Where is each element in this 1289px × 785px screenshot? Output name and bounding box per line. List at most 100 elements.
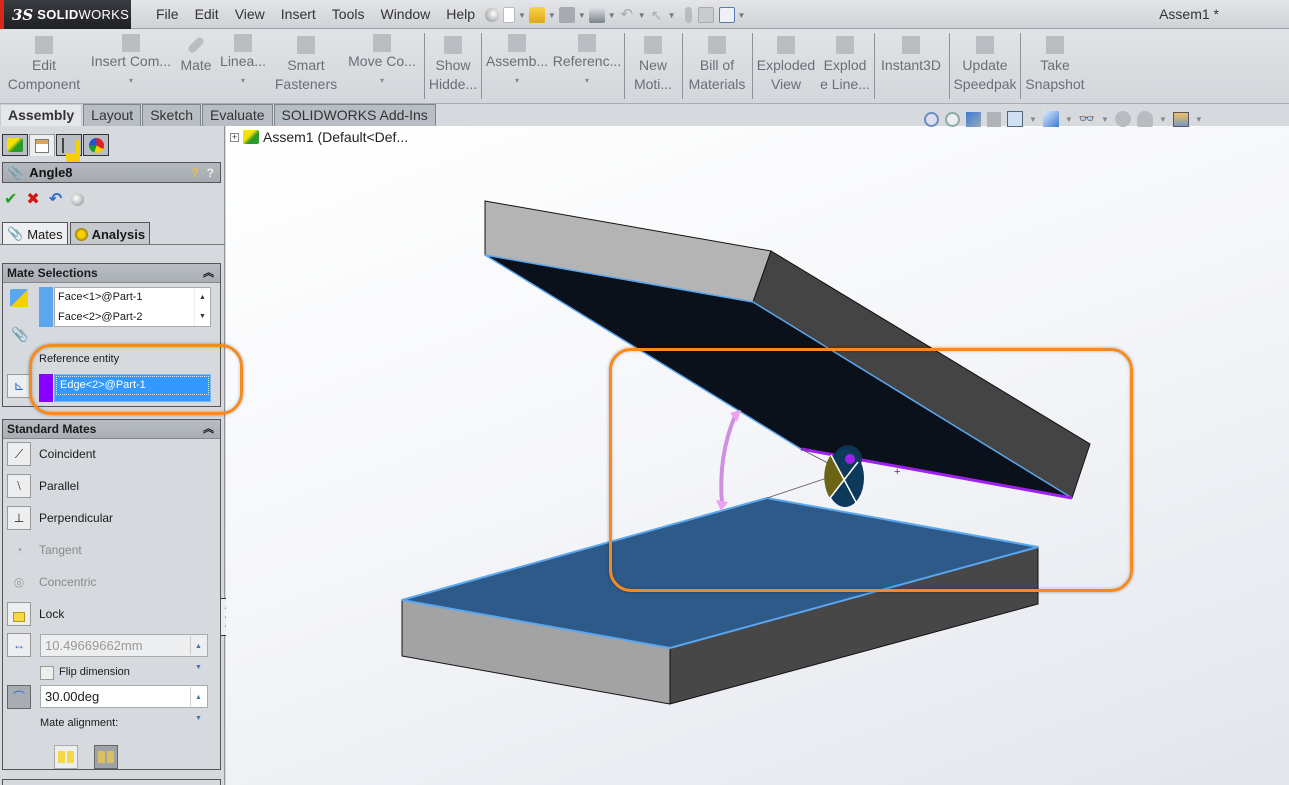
menu-edit[interactable]: Edit (187, 0, 227, 29)
display-style-icon[interactable] (1042, 111, 1059, 127)
smart-fasteners-button[interactable]: Smart Fasteners (272, 29, 340, 104)
chevron-down-icon[interactable]: ▼ (1195, 115, 1203, 124)
reference-geometry-button[interactable]: Referenc... ▾ (553, 29, 621, 104)
previous-view-icon[interactable] (966, 111, 981, 127)
file-properties-icon[interactable] (697, 7, 714, 23)
chevron-down-icon[interactable]: ▼ (608, 11, 616, 20)
menu-help[interactable]: Help (438, 0, 483, 29)
rebuild-icon[interactable] (684, 7, 692, 23)
angle-icon[interactable]: ⌒ (7, 685, 31, 709)
tab-mates[interactable]: 📎 Mates (2, 222, 68, 245)
chevron-down-icon[interactable]: ▼ (668, 11, 676, 20)
aligned-button[interactable] (54, 745, 78, 769)
menu-window[interactable]: Window (372, 0, 438, 29)
feature-manager-tab[interactable] (2, 134, 28, 156)
move-component-button[interactable]: Move Co... ▾ (344, 29, 420, 104)
menu-file[interactable]: File (148, 0, 187, 29)
cancel-x-icon[interactable]: ✖ (26, 189, 39, 209)
angle-spinner[interactable]: ▲ ▼ (190, 687, 206, 722)
angle-input[interactable]: 30.00deg ▲ ▼ (40, 685, 208, 722)
chevron-down-icon[interactable]: ▼ (1101, 115, 1109, 124)
update-speedpak-button[interactable]: Update Speedpak (952, 29, 1018, 104)
chevron-down-icon[interactable]: ▾ (515, 71, 519, 90)
tangent-mate[interactable]: ◔ Tangent (7, 537, 81, 563)
zoom-to-fit-icon[interactable] (924, 111, 939, 127)
open-folder-icon[interactable] (528, 7, 545, 23)
distance-spinner[interactable]: ▲ ▼ (190, 636, 206, 671)
property-manager-tab[interactable] (29, 134, 55, 156)
apply-scene-icon[interactable] (1136, 111, 1153, 127)
chevron-down-icon[interactable]: ▼ (548, 11, 556, 20)
save-icon[interactable] (558, 7, 575, 23)
chevron-down-icon[interactable]: ▾ (585, 71, 589, 90)
ok-checkmark-icon[interactable]: ✔ (4, 189, 17, 209)
assembly-features-button[interactable]: Assemb... ▾ (485, 29, 549, 104)
undo-icon[interactable]: ↶ (49, 189, 62, 209)
chevron-down-icon[interactable]: ▼ (518, 11, 526, 20)
take-snapshot-button[interactable]: Take Snapshot (1023, 29, 1087, 104)
tab-analysis[interactable]: Analysis (69, 222, 151, 245)
chevron-down-icon[interactable]: ▼ (1065, 115, 1073, 124)
menu-insert[interactable]: Insert (273, 0, 324, 29)
list-item[interactable]: Face<2>@Part-2 (55, 308, 210, 328)
chevron-down-icon[interactable]: ▾ (380, 71, 384, 90)
distance-input[interactable]: 10.49669662mm ▲ ▼ (40, 634, 208, 671)
menu-tools[interactable]: Tools (324, 0, 373, 29)
configuration-manager-tab[interactable] (56, 134, 82, 156)
undo-icon[interactable]: ↶ (619, 7, 635, 23)
explode-line-sketch-button[interactable]: Explod e Line... (819, 29, 871, 104)
insert-component-button[interactable]: Insert Com... ▾ (88, 29, 174, 104)
distance-icon[interactable]: ↔ (7, 633, 31, 657)
tab-assembly[interactable]: Assembly (0, 104, 83, 126)
new-motion-study-button[interactable]: New Moti... (628, 29, 678, 104)
mate-button[interactable]: Mate (176, 29, 216, 104)
new-document-icon[interactable] (503, 7, 515, 23)
print-icon[interactable] (588, 7, 605, 23)
solidworks-logo[interactable]: 3S SOLIDWORKS (0, 0, 131, 29)
exploded-view-button[interactable]: Exploded View (755, 29, 817, 104)
chevron-down-icon[interactable]: ▼ (1029, 115, 1037, 124)
zoom-to-area-icon[interactable] (945, 111, 960, 127)
select-pointer-icon[interactable]: ↖ (649, 7, 665, 23)
view-orientation-icon[interactable] (1007, 111, 1023, 127)
tab-solidworks-add-ins[interactable]: SOLIDWORKS Add-Ins (273, 104, 436, 126)
display-manager-tab[interactable] (83, 134, 109, 156)
help-icon[interactable]: ? (207, 166, 214, 180)
linear-pattern-button[interactable]: Linea... ▾ (218, 29, 268, 104)
list-item[interactable]: Face<1>@Part-1 (55, 288, 210, 308)
collapse-chevron-icon[interactable]: ︽ (203, 420, 214, 439)
chevron-down-icon[interactable]: ▼ (638, 11, 646, 20)
tab-sketch[interactable]: Sketch (142, 104, 202, 126)
view-settings-icon[interactable] (1172, 111, 1189, 127)
parallel-mate[interactable]: ⧵ Parallel (7, 473, 79, 499)
options-icon[interactable] (718, 7, 735, 23)
flip-dimension-checkbox[interactable] (40, 666, 54, 680)
chevron-down-icon[interactable]: ▾ (129, 71, 133, 90)
graphics-area[interactable]: + Assem1 (Default<Def... + (226, 126, 1289, 785)
lock-mate[interactable]: Lock (7, 601, 64, 627)
bill-of-materials-button[interactable]: Bill of Materials (686, 29, 748, 104)
chevron-down-icon[interactable]: ▼ (578, 11, 586, 20)
anti-aligned-button[interactable] (94, 745, 118, 769)
entities-to-mate-list[interactable]: Face<1>@Part-1 Face<2>@Part-2 ▲ ▼ (54, 287, 211, 327)
tab-evaluate[interactable]: Evaluate (202, 104, 273, 126)
concentric-mate[interactable]: ◎ Concentric (7, 569, 97, 595)
pushpin-icon[interactable] (71, 192, 85, 206)
collapse-chevron-icon[interactable]: ︽ (203, 264, 214, 283)
coincident-mate[interactable]: ⟋ Coincident (7, 441, 96, 467)
instant3d-button[interactable]: Instant3D (878, 29, 944, 104)
edit-appearance-icon[interactable] (1114, 111, 1131, 127)
section-view-icon[interactable] (987, 111, 1001, 127)
hide-show-items-icon[interactable]: 👓 (1079, 111, 1095, 127)
show-hidden-button[interactable]: Show Hidde... (428, 29, 478, 104)
perpendicular-mate[interactable]: ⊥ Perpendicular (7, 505, 113, 531)
chevron-down-icon[interactable]: ▼ (1159, 115, 1167, 124)
whats-wrong-icon[interactable]: ? (191, 166, 198, 180)
edit-component-button[interactable]: Edit Component (2, 29, 86, 104)
pin-icon[interactable] (485, 7, 500, 22)
chevron-down-icon[interactable]: ▾ (241, 71, 245, 90)
chevron-down-icon[interactable]: ▼ (738, 11, 746, 20)
tab-layout[interactable]: Layout (83, 104, 142, 126)
list-scrollbar[interactable]: ▲ ▼ (194, 288, 210, 326)
menu-view[interactable]: View (227, 0, 273, 29)
